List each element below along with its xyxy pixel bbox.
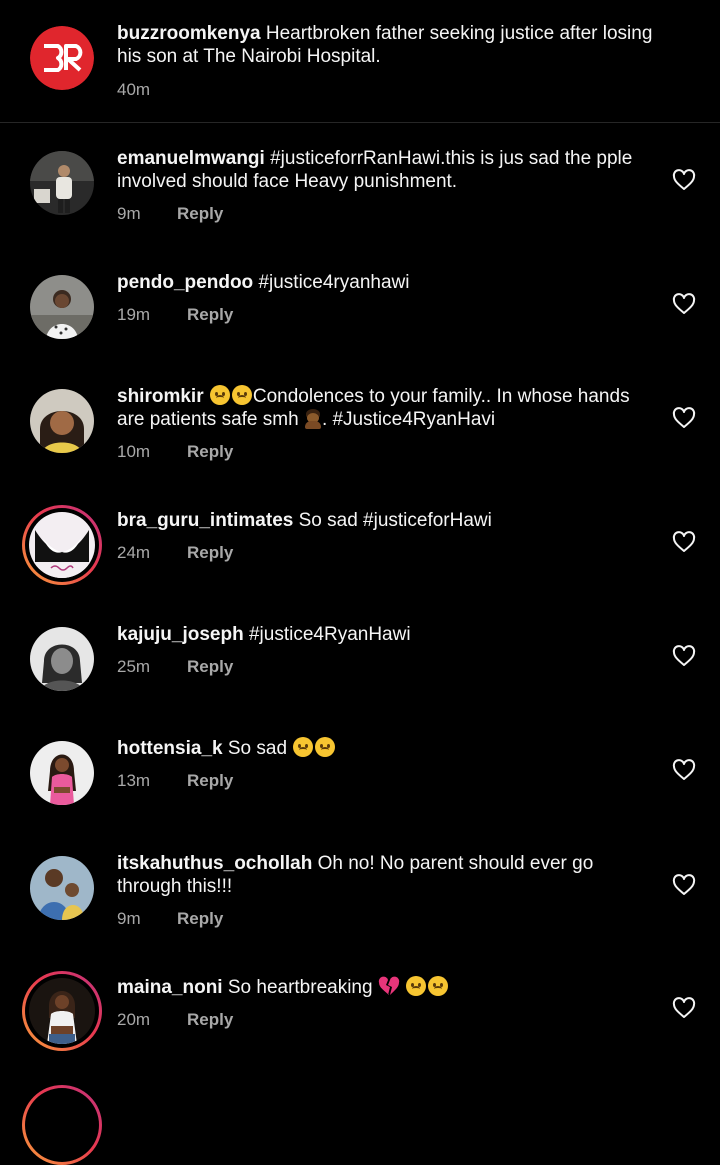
heart-outline-icon[interactable] [672,168,696,192]
comment-timestamp: 20m [117,1010,151,1029]
comment-meta: 20m Reply [117,1009,233,1031]
buzzroomkenya-avatar[interactable] [30,26,94,90]
facepalm-emoji [304,409,322,429]
heart-outline-icon[interactable] [672,530,696,554]
comment-timestamp: 24m [117,543,151,562]
crying-face-emoji [428,976,449,996]
crying-face-emoji [209,385,230,405]
comment-username[interactable]: bra_guru_intimates [117,510,293,531]
comment-text: #justice4RyanHawi [248,624,411,645]
caption-username[interactable]: buzzroomkenya [117,23,261,44]
pendo-pendoo-avatar[interactable] [30,275,94,339]
reply-button[interactable]: Reply [187,542,233,564]
caption-timestamp: 40m [117,80,151,99]
comment-meta: 10m Reply [117,441,233,463]
comment-text-block: bra_guru_intimates So sad #justiceforHaw… [117,509,662,532]
reply-button[interactable]: Reply [187,304,233,326]
comment-timestamp: 10m [117,442,151,461]
comment-username[interactable]: pendo_pendoo [117,272,253,293]
comment-timestamp: 19m [117,305,151,324]
heart-outline-icon[interactable] [672,644,696,668]
comment-text-block: hottensia_k So sad [117,737,662,760]
comment-meta: 19m Reply [117,304,233,326]
heart-outline-icon[interactable] [672,406,696,430]
crying-face-emoji [293,737,314,757]
heart-outline-icon[interactable] [672,873,696,897]
post-caption: buzzroomkenya Heartbroken father seeking… [0,0,720,123]
comment-timestamp: 9m [117,204,141,223]
comment-meta: 13m Reply [117,770,233,792]
shiromkir-avatar[interactable] [30,389,94,453]
story-ring[interactable] [22,505,102,585]
comment-timestamp: 25m [117,657,151,676]
comment-text: So heartbreaking [227,977,373,998]
kajuju-joseph-avatar[interactable] [30,627,94,691]
crying-face-emoji [406,976,427,996]
reply-button[interactable]: Reply [187,441,233,463]
comment-username[interactable]: emanuelmwangi [117,148,265,169]
heart-outline-icon[interactable] [672,292,696,316]
reply-button[interactable]: Reply [177,203,223,225]
comment-username[interactable]: hottensia_k [117,738,223,759]
bra-guru-intimates-avatar [29,512,95,578]
comment-username[interactable]: maina_noni [117,977,223,998]
maina-noni-avatar [29,978,95,1044]
caption-meta: 40m [117,79,150,101]
hottensia-k-avatar[interactable] [30,741,94,805]
comment-text: #justice4ryanhawi [258,272,410,293]
reply-button[interactable]: Reply [177,908,223,930]
comment-text-block: pendo_pendoo #justice4ryanhawi [117,271,662,294]
comment-meta: 9m Reply [117,908,223,930]
crying-face-emoji [315,737,336,757]
comment-text-block: shiromkir Condolences to your family.. I… [117,385,662,431]
comment-meta: 24m Reply [117,542,233,564]
heart-outline-icon[interactable] [672,758,696,782]
story-ring-partial[interactable] [22,1085,102,1165]
comment-meta: 9m Reply [117,203,223,225]
comment-text-continued: . #Justice4RyanHavi [321,409,496,430]
comment-text: So sad #justiceforHawi [298,510,492,531]
emanuelmwangi-avatar[interactable] [30,151,94,215]
comment-text-block: emanuelmwangi #justiceforrRanHawi.this i… [117,147,662,193]
itskahuthus-ochollah-avatar[interactable] [30,856,94,920]
reply-button[interactable]: Reply [187,770,233,792]
comment-text-block: maina_noni So heartbreaking [117,976,662,999]
comment-timestamp: 13m [117,771,151,790]
story-ring[interactable] [22,971,102,1051]
comment-timestamp: 9m [117,909,141,928]
comment-username[interactable]: itskahuthus_ochollah [117,853,312,874]
comment-meta: 25m Reply [117,656,233,678]
comment-text-block: itskahuthus_ochollah Oh no! No parent sh… [117,852,662,898]
reply-button[interactable]: Reply [187,1009,233,1031]
crying-face-emoji [231,385,252,405]
broken-heart-emoji [378,976,400,995]
caption-text-block: buzzroomkenya Heartbroken father seeking… [117,22,662,68]
reply-button[interactable]: Reply [187,656,233,678]
comment-text: So sad [227,738,288,759]
comment-username[interactable]: shiromkir [117,386,204,407]
comment-username[interactable]: kajuju_joseph [117,624,244,645]
heart-outline-icon[interactable] [672,996,696,1020]
comment-text-block: kajuju_joseph #justice4RyanHawi [117,623,662,646]
